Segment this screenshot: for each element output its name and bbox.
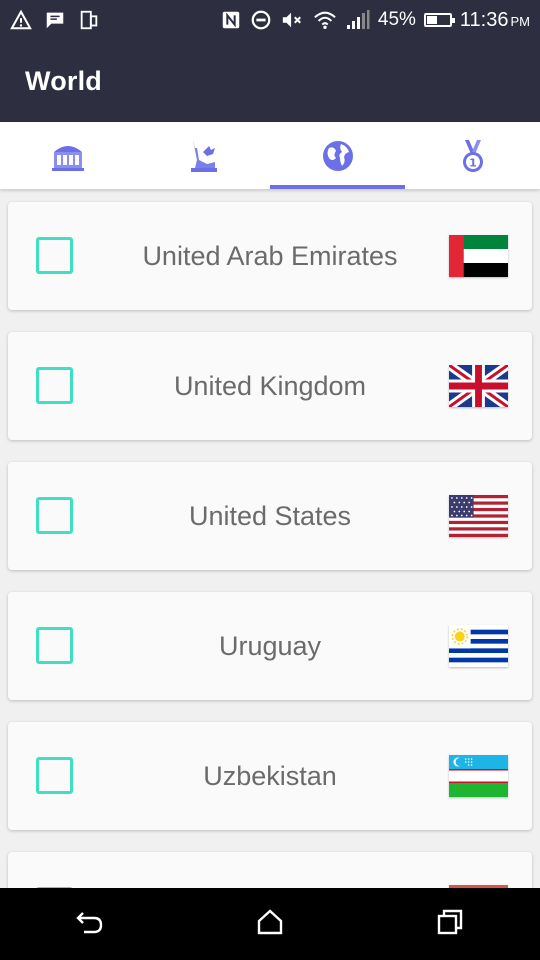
phone-rotate-icon [80, 10, 98, 30]
navigation-bar [0, 888, 540, 960]
tab-medals[interactable]: 1 [405, 122, 540, 189]
home-icon [257, 908, 283, 934]
tab-bar: 1 [0, 122, 540, 189]
app-bar: World [0, 40, 540, 122]
battery-percent: 45% [377, 9, 416, 30]
museum-icon [51, 145, 84, 171]
us-flag-icon [449, 495, 508, 537]
back-button[interactable] [74, 906, 106, 943]
statue-of-liberty-icon [190, 139, 217, 172]
list-item[interactable]: Uzbekistan [8, 722, 532, 830]
list-item[interactable]: United Arab Emirates [8, 202, 532, 310]
list-item[interactable]: United Kingdom [8, 332, 532, 440]
wifi-icon [314, 11, 336, 29]
recents-icon [437, 909, 463, 934]
svg-text:1: 1 [469, 156, 477, 169]
medal-icon: 1 [462, 139, 483, 172]
tab-museum[interactable] [0, 122, 135, 189]
signal-icon [346, 10, 370, 29]
back-icon [76, 911, 103, 933]
status-bar: 45% 11:36 PM [0, 0, 540, 40]
page-title: World [25, 65, 102, 96]
uk-flag-icon [449, 365, 508, 407]
recents-button[interactable] [434, 906, 466, 943]
home-button[interactable] [254, 906, 286, 943]
checkbox[interactable] [36, 757, 73, 794]
checkbox[interactable] [36, 627, 73, 664]
uae-flag-icon [449, 235, 508, 277]
list-item[interactable]: United States [8, 462, 532, 570]
message-icon [46, 12, 64, 29]
country-list[interactable]: United Arab Emirates United Kingdom Unit… [0, 189, 540, 888]
globe-icon [322, 140, 353, 171]
checkbox[interactable] [36, 367, 73, 404]
nfc-icon [222, 11, 240, 29]
checkbox[interactable] [36, 237, 73, 274]
uruguay-flag-icon [449, 625, 508, 667]
do-not-disturb-icon [251, 10, 271, 30]
clock: 11:36 PM [459, 8, 530, 31]
battery-icon [423, 13, 455, 27]
list-item[interactable]: Uruguay [8, 592, 532, 700]
tab-world[interactable] [270, 122, 405, 189]
uzbekistan-flag-icon [449, 755, 508, 797]
list-item-partial[interactable] [8, 852, 532, 888]
alert-icon [10, 9, 32, 30]
checkbox[interactable] [36, 497, 73, 534]
tab-landmarks[interactable] [135, 122, 270, 189]
mute-icon [282, 12, 301, 28]
